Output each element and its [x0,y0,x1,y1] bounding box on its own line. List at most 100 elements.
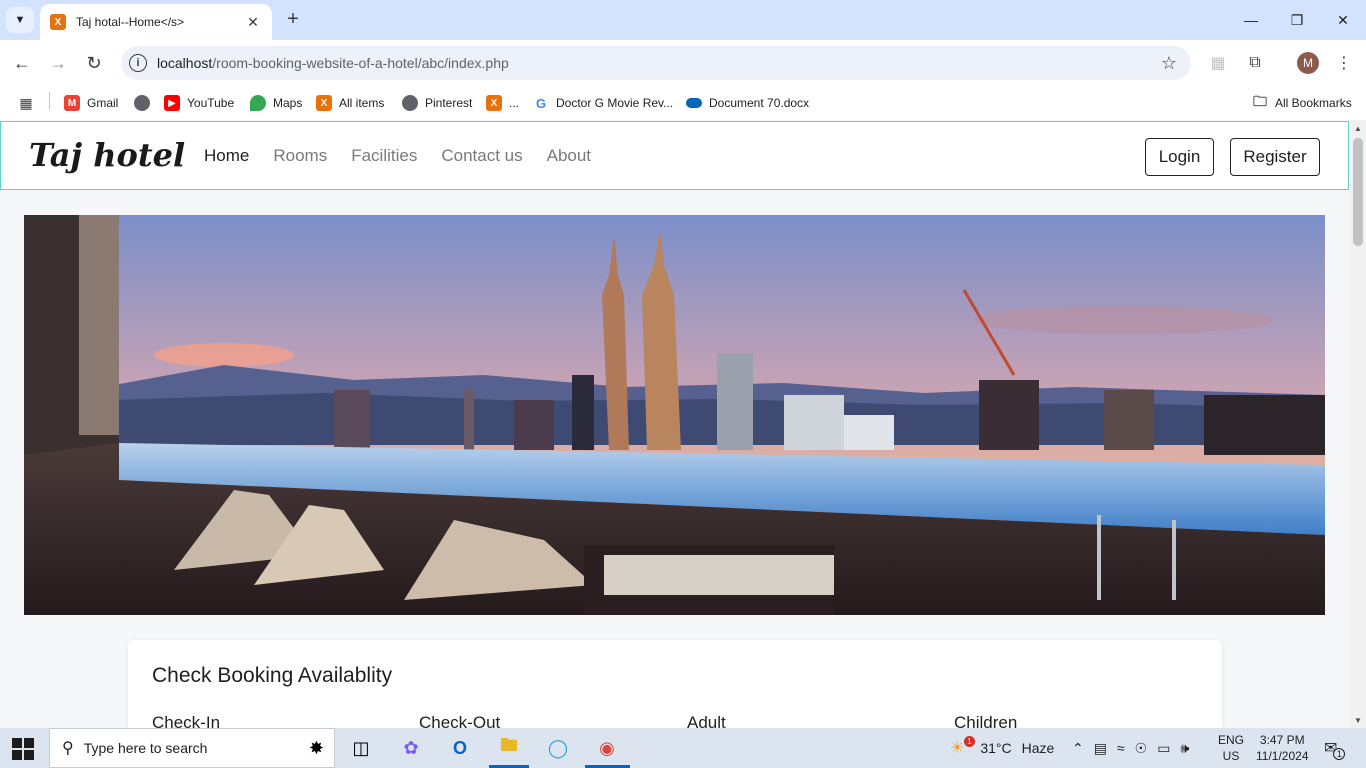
weather-sun-icon: ☀ [950,740,965,757]
check-in-label: Check-In [152,713,221,728]
bookmark-youtube[interactable]: ▶ YouTube [164,92,234,114]
scroll-up-icon[interactable]: ▲ [1350,120,1366,136]
weather-badge: 1 [964,736,975,747]
taskbar: ⚲ Type here to search ✸ ◫ ✿ O 🖿 ◯ ◉ ☀ 1 … [0,728,1366,768]
globe-icon [402,95,418,111]
url-path: /room-booking-website-of-a-hotel/abc/ind… [212,55,509,71]
youtube-icon: ▶ [164,95,180,111]
xampp-icon: X [486,95,502,111]
apps-grid-icon[interactable]: ▦ [18,92,41,114]
nav-rooms[interactable]: Rooms [273,146,327,166]
check-out-label: Check-Out [419,713,501,728]
weather-desc: Haze [1021,740,1055,756]
address-bar[interactable]: i localhost/room-booking-website-of-a-ho… [121,46,1191,80]
bookmark-doctor-g[interactable]: G Doctor G Movie Rev... [533,92,673,114]
bookmarks-divider [49,92,50,110]
site-nav-links: Home Rooms Facilities Contact us About [204,146,591,166]
search-icon: ⚲ [62,740,74,757]
chevron-up-icon[interactable]: ⌃ [1072,740,1084,757]
taskbar-search[interactable]: ⚲ Type here to search ✸ [49,728,335,768]
outlook-icon[interactable]: O [445,734,475,762]
bookmark-document[interactable]: Document 70.docx [686,92,809,114]
forward-button[interactable]: → [44,49,72,77]
bookmark-gmail[interactable]: M Gmail [64,92,118,114]
clock[interactable]: 3:47 PM 11/1/2024 [1256,728,1309,768]
meet-now-icon[interactable]: ▤ [1094,740,1107,757]
page-scrollbar[interactable]: ▲ ▼ [1350,120,1366,728]
search-placeholder: Type here to search [83,740,208,756]
booking-card: Check Booking Availablity Check-In Check… [128,640,1222,728]
close-window-button[interactable]: ✕ [1320,0,1366,40]
bookmark-pinterest[interactable]: Pinterest [402,92,472,114]
login-button[interactable]: Login [1145,138,1214,176]
bookmark-maps[interactable]: Maps [250,92,302,114]
extension-icon[interactable]: ▦ [1207,52,1229,74]
lang-code: ENG [1218,733,1245,747]
xampp-favicon-icon: X [50,14,66,30]
booking-title: Check Booking Availablity [152,664,393,687]
gmail-icon: M [64,95,80,111]
speaker-icon[interactable]: 🕪 [1180,740,1189,757]
children-label: Children [954,713,1018,728]
nav-home[interactable]: Home [204,146,249,166]
browser-toolbar: ← → ↻ i localhost/room-booking-website-o… [0,40,1366,86]
active-tab[interactable]: X Taj hotal--Home</s> ✕ [40,4,272,40]
notification-center[interactable]: ✉ 1 [1324,728,1346,768]
tab-strip: ▼ X Taj hotal--Home</s> ✕ + — ❐ ✕ [0,0,1366,40]
profile-avatar[interactable]: M [1297,52,1319,74]
url-host: localhost [157,55,213,71]
nav-contact[interactable]: Contact us [441,146,522,166]
copilot-icon[interactable]: ✿ [396,734,426,762]
nav-about[interactable]: About [547,146,591,166]
system-tray: ⌃ ▤ ≈ ☉ ▭ 🕪 [1072,728,1189,768]
site-brand[interactable]: Taj hotel [29,136,185,174]
notification-count: 1 [1333,748,1346,760]
chrome-icon[interactable]: ◉ [592,734,622,762]
register-button[interactable]: Register [1230,138,1320,176]
wifi-icon[interactable]: ≈ [1117,740,1125,756]
clock-time: 3:47 PM [1259,733,1305,747]
globe-icon [134,95,150,111]
location-icon[interactable]: ☉ [1135,740,1148,757]
folder-icon: 🗀 [1253,93,1267,109]
bookmark-all-items[interactable]: X All items [316,92,384,114]
windows-start-icon[interactable] [12,738,34,760]
adult-label: Adult [687,713,726,728]
minimize-button[interactable]: — [1228,0,1274,40]
new-tab-button[interactable]: + [282,8,304,32]
file-explorer-icon[interactable]: 🖿 [494,734,524,762]
battery-icon[interactable]: ▭ [1157,740,1170,757]
xampp-icon: X [316,95,332,111]
diwali-lamp-icon: ✸ [308,737,324,758]
region-code: US [1222,749,1240,763]
bookmark-xampp[interactable]: X... [486,92,519,114]
weather-widget[interactable]: ☀ 1 31°C Haze [950,728,1054,768]
clock-date: 11/1/2024 [1256,749,1309,763]
weather-temp: 31°C [980,740,1012,756]
close-tab-icon[interactable]: ✕ [244,14,262,31]
onedrive-icon [686,98,702,108]
all-bookmarks-folder[interactable]: 🗀 All Bookmarks [1252,92,1352,114]
hero-image [24,215,1325,615]
scroll-down-icon[interactable]: ▼ [1350,712,1366,728]
back-button[interactable]: ← [8,49,36,77]
bookmark-globe[interactable] [134,92,157,114]
reload-button[interactable]: ↻ [80,49,108,77]
edge-icon[interactable]: ◯ [543,734,573,762]
language-indicator[interactable]: ENG US [1218,728,1244,768]
tab-search-button[interactable]: ▼ [6,7,34,33]
bookmark-star-icon[interactable]: ☆ [1161,53,1177,74]
site-info-icon[interactable]: i [129,54,147,72]
page-viewport: Taj hotel Home Rooms Facilities Contact … [0,120,1350,728]
maps-icon [250,95,266,111]
scroll-thumb[interactable] [1353,138,1363,246]
site-navbar: Taj hotel Home Rooms Facilities Contact … [0,121,1349,190]
google-icon: G [535,95,547,111]
restore-button[interactable]: ❐ [1274,0,1320,40]
task-view-icon[interactable]: ◫ [346,734,376,762]
nav-facilities[interactable]: Facilities [351,146,417,166]
menu-kebab-icon[interactable]: ⋮ [1333,52,1355,74]
bookmarks-bar: ▦ M Gmail ▶ YouTube Maps X All items Pinter… [0,86,1366,120]
extensions-puzzle-icon[interactable]: ⧉ [1244,52,1266,74]
tab-title: Taj hotal--Home</s> [76,15,185,29]
